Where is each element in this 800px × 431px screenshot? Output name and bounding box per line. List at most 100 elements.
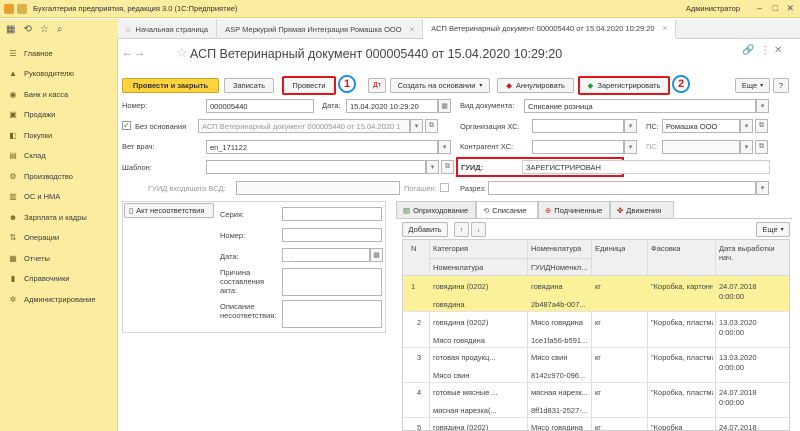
split-field[interactable] (488, 181, 756, 195)
incoming-guid-field[interactable] (236, 181, 400, 195)
create-based-on-button[interactable]: Создать на основании ▾ (390, 78, 490, 93)
no-basis-checkbox[interactable]: ✓ (122, 121, 131, 130)
maximize-icon[interactable]: □ (773, 3, 778, 13)
contractor-dropdown-icon[interactable]: ▾ (624, 140, 637, 154)
home-icon: ⌂ (126, 24, 131, 34)
basis-field[interactable]: АСП Ветеринарный документ 000005440 от 1… (198, 119, 410, 133)
calendar-icon[interactable]: ▦ (438, 99, 451, 113)
template-open-icon[interactable]: ⧉ (441, 160, 454, 174)
row-sub-nomenclature: говядина (433, 300, 465, 309)
ps2-open-icon[interactable]: ⧉ (755, 140, 768, 154)
ps-field[interactable]: Ромашка ООО (662, 119, 740, 133)
tab-label: ASP Меркурий Прямая Интеграция Ромашка О… (225, 24, 402, 34)
description-field[interactable] (282, 300, 382, 328)
move-down-icon[interactable]: ↓ (471, 222, 486, 237)
post-and-close-button[interactable]: Провести и закрыть (122, 78, 219, 93)
tab-subordinate[interactable]: ⊕ Подчиненные (538, 201, 610, 218)
ps-dropdown-icon[interactable]: ▾ (740, 119, 753, 133)
ps2-field[interactable] (662, 140, 740, 154)
close-tab-icon[interactable]: × (663, 24, 668, 33)
row-date: 24.07.2018 (719, 388, 757, 397)
table-more-button[interactable]: Еще ▾ (756, 222, 790, 237)
move-up-icon[interactable]: ↑ (454, 222, 469, 237)
history-icon[interactable]: ⟲ (23, 24, 31, 35)
sidebar-item-main[interactable]: ☰ Главное (0, 43, 117, 64)
minimize-icon[interactable]: – (757, 3, 762, 13)
basis-open-icon[interactable]: ⧉ (425, 119, 438, 133)
vet-field[interactable]: en_171122 (206, 140, 438, 154)
act-calendar-icon[interactable]: ▦ (370, 248, 383, 262)
vet-dropdown-icon[interactable]: ▾ (438, 140, 451, 154)
add-row-button[interactable]: Добавить (402, 222, 448, 237)
close-tab-icon[interactable]: × (410, 25, 415, 34)
menu-icon[interactable] (17, 3, 27, 14)
act-number-label: Номер: (220, 231, 246, 240)
back-arrow-icon[interactable]: ← (122, 47, 133, 59)
tab-writeoff[interactable]: ⟲ Списание (476, 201, 538, 218)
chevron-down-icon: ▾ (760, 83, 764, 89)
number-field[interactable]: 000005440 (206, 99, 314, 113)
act-button[interactable]: ▯ Акт несоответствия (124, 203, 214, 218)
ps2-dropdown-icon[interactable]: ▾ (740, 140, 753, 154)
series-field[interactable] (282, 207, 382, 221)
reason-field[interactable] (282, 268, 382, 296)
sidebar-item-warehouse[interactable]: ▤ Склад (0, 146, 117, 167)
tab-asp-mercury[interactable]: ASP Меркурий Прямая Интеграция Ромашка О… (217, 19, 424, 39)
sidebar-item-admin[interactable]: ✲ Администрирование (0, 289, 117, 310)
sidebar-item-label: Продажи (24, 110, 56, 120)
sidebar-item-reports[interactable]: ▦ Отчеты (0, 248, 117, 269)
more-vertical-icon[interactable]: ⋮ (760, 45, 770, 56)
post-button[interactable]: Провести (282, 76, 336, 95)
template-field[interactable] (206, 160, 426, 174)
sidebar-item-manager[interactable]: ▲ Руководителю (0, 64, 117, 85)
sidebar-item-bank[interactable]: ◉ Банк и касса (0, 84, 117, 105)
col-category: Категория (433, 244, 469, 253)
sidebar-item-purchases[interactable]: ◧ Покупки (0, 125, 117, 146)
favorites-icon[interactable]: ☆ (40, 24, 49, 35)
chart-icon: ▲ (9, 69, 17, 79)
act-date-field[interactable]: . . (282, 248, 370, 262)
sidebar-item-sales[interactable]: ▣ Продажи (0, 105, 117, 126)
row-nomenclature: Мясо говядина (531, 423, 583, 431)
close-icon[interactable]: ✕ (786, 3, 794, 14)
postings-icon[interactable]: Дт (368, 78, 386, 93)
document-icon: ▯ (129, 206, 134, 215)
doctype-dropdown-icon[interactable]: ▾ (756, 99, 769, 113)
grid-icon[interactable]: ▦ (6, 24, 15, 35)
save-button[interactable]: Записать (224, 78, 274, 93)
tab-movements[interactable]: ✤ Движения (610, 201, 674, 218)
register-button[interactable]: ◆ Зарегистрировать (578, 76, 670, 95)
cancel-document-button[interactable]: ◆ Аннулировать (497, 78, 574, 93)
doctype-field[interactable]: Списание розница (524, 99, 756, 113)
sidebar-item-salary[interactable]: ☻ Зарплата и кадры (0, 207, 117, 228)
act-number-field[interactable] (282, 228, 382, 242)
split-dropdown-icon[interactable]: ▾ (756, 181, 769, 195)
date-field[interactable]: 15.04.2020 10:29:20 (346, 99, 438, 113)
close-form-icon[interactable]: ✕ (774, 45, 782, 56)
tab-posting[interactable]: ▤ Оприходование (396, 201, 476, 218)
ps-open-icon[interactable]: ⧉ (755, 119, 768, 133)
org-field[interactable] (532, 119, 624, 133)
org-dropdown-icon[interactable]: ▾ (624, 119, 637, 133)
search-icon[interactable]: ⌕ (57, 24, 63, 35)
user-name[interactable]: Администратор (686, 4, 740, 13)
sidebar-item-operations[interactable]: ⇅ Операции (0, 228, 117, 249)
sidebar-item-references[interactable]: ▮ Справочники (0, 269, 117, 290)
basis-dropdown-icon[interactable]: ▾ (410, 119, 423, 133)
tab-home[interactable]: ⌂ Начальная страница (118, 19, 218, 39)
sidebar-item-production[interactable]: ⚙ Производство (0, 166, 117, 187)
link-icon[interactable]: 🔗 (742, 45, 754, 56)
forward-arrow-icon[interactable]: → (134, 47, 145, 59)
extinguished-checkbox[interactable] (440, 183, 449, 192)
contractor-field[interactable] (532, 140, 624, 154)
help-button[interactable]: ? (773, 78, 789, 93)
tab-vet-document[interactable]: АСП Ветеринарный документ 000005440 от 1… (423, 19, 677, 39)
chevron-down-icon: ▾ (780, 227, 784, 233)
more-button[interactable]: Еще ▾ (735, 78, 770, 93)
date-label: Дата: (322, 101, 341, 110)
template-dropdown-icon[interactable]: ▾ (426, 160, 439, 174)
coin-icon: ◉ (9, 89, 17, 99)
guid-field[interactable]: ЗАРЕГИСТРИРОВАН (522, 160, 770, 174)
favorite-star-icon[interactable]: ☆ (176, 45, 188, 61)
sidebar-item-assets[interactable]: ▥ ОС и НМА (0, 187, 117, 208)
